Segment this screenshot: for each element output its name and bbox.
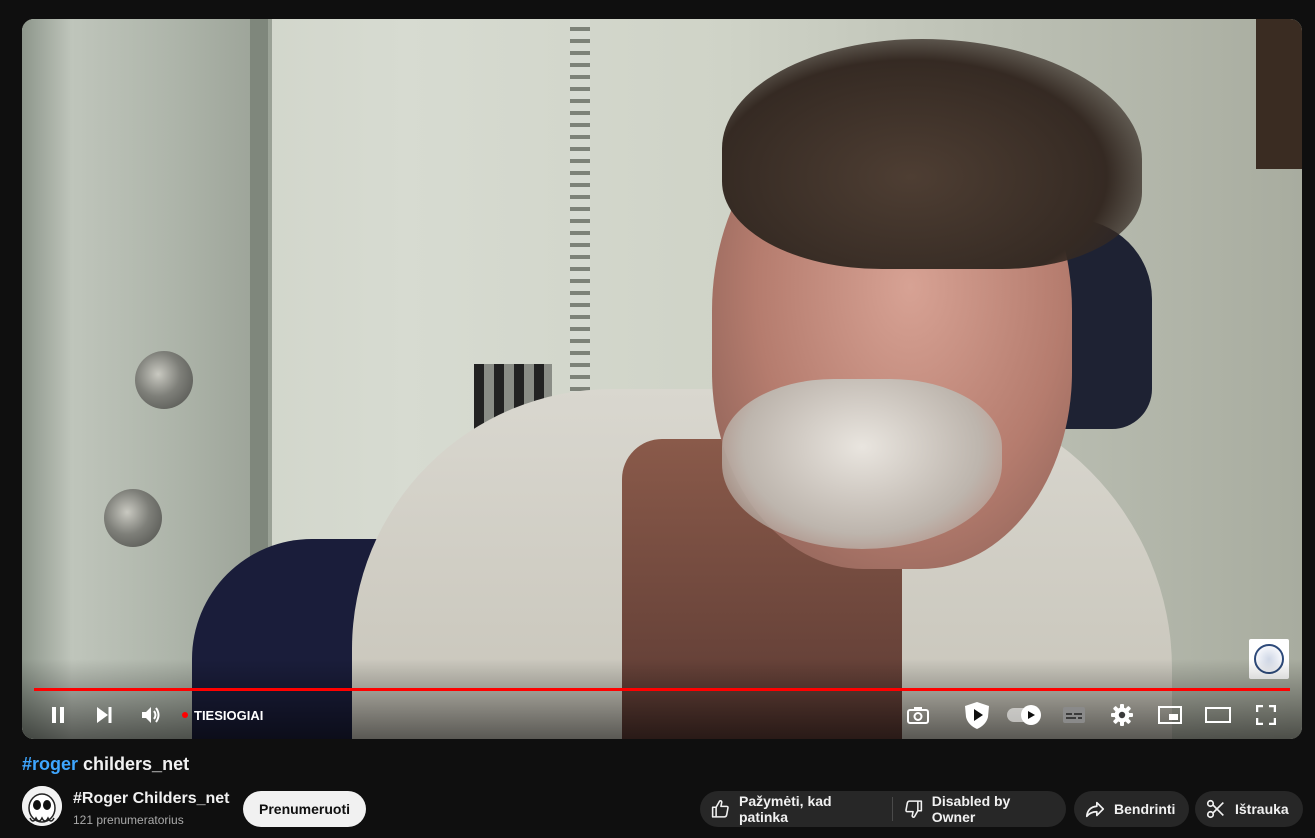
share-label: Bendrinti bbox=[1114, 801, 1176, 817]
shield-play-icon bbox=[965, 702, 989, 729]
live-indicator[interactable]: TIESIOGIAI bbox=[182, 699, 263, 731]
subscribe-button[interactable]: Prenumeruoti bbox=[243, 791, 367, 827]
pause-icon bbox=[52, 707, 64, 723]
share-button[interactable]: Bendrinti bbox=[1074, 791, 1190, 827]
progress-bar[interactable] bbox=[34, 688, 1290, 691]
live-label: TIESIOGIAI bbox=[194, 707, 264, 723]
camera-icon bbox=[907, 707, 929, 724]
dislike-label: Disabled by Owner bbox=[931, 793, 1011, 825]
dislike-button[interactable]: Disabled by Owner bbox=[893, 791, 1066, 827]
thumbs-up-icon bbox=[711, 800, 729, 818]
like-button[interactable]: Pažymėti, kad patinka bbox=[700, 791, 892, 827]
clip-label: Ištrauka bbox=[1235, 801, 1289, 817]
channel-avatar[interactable] bbox=[22, 786, 62, 826]
channel-name[interactable]: #Roger Childers_net bbox=[73, 790, 229, 808]
play-icon bbox=[1028, 711, 1035, 719]
title-hashtag-link[interactable]: #roger bbox=[22, 754, 78, 774]
thumbs-down-icon bbox=[904, 800, 922, 818]
volume-button[interactable] bbox=[135, 699, 167, 731]
progress-bar-fill bbox=[34, 688, 1290, 691]
subscriber-count: 121 prenumeratorius bbox=[73, 813, 184, 827]
video-frame bbox=[22, 19, 1302, 739]
subtitles-icon bbox=[1063, 707, 1085, 723]
clip-button[interactable]: Ištrauka bbox=[1195, 791, 1303, 827]
live-dot bbox=[182, 712, 188, 718]
screenshot-button[interactable] bbox=[902, 699, 934, 731]
scissors-icon bbox=[1206, 799, 1224, 819]
like-label: Pažymėti, kad patinka bbox=[738, 793, 832, 825]
fullscreen-button[interactable] bbox=[1250, 699, 1282, 731]
watch-page: TIESIOGIAI #roger childers_net #Roger Ch… bbox=[0, 0, 1315, 838]
pause-button[interactable] bbox=[42, 699, 74, 731]
video-title: #roger childers_net bbox=[22, 754, 189, 775]
volume-icon bbox=[142, 707, 160, 723]
subtitles-button[interactable] bbox=[1058, 699, 1090, 731]
next-button[interactable] bbox=[88, 699, 120, 731]
shield-button[interactable] bbox=[960, 699, 994, 731]
like-dislike-group: Pažymėti, kad patinka Disabled by Owner bbox=[700, 791, 1066, 827]
fullscreen-icon bbox=[1256, 705, 1276, 725]
video-player[interactable]: TIESIOGIAI bbox=[22, 19, 1302, 739]
settings-button[interactable] bbox=[1106, 699, 1138, 731]
share-arrow-icon bbox=[1085, 801, 1105, 818]
autoplay-toggle[interactable] bbox=[1007, 705, 1041, 725]
gear-icon bbox=[1111, 704, 1133, 726]
theater-mode-button[interactable] bbox=[1202, 699, 1234, 731]
title-text: childers_net bbox=[78, 754, 190, 774]
autoplay-toggle-knob bbox=[1021, 705, 1041, 725]
miniplayer-button[interactable] bbox=[1154, 699, 1186, 731]
ghost-avatar-icon bbox=[22, 786, 62, 826]
miniplayer-icon bbox=[1158, 706, 1182, 724]
theater-mode-icon bbox=[1205, 707, 1231, 723]
next-icon bbox=[97, 707, 112, 723]
